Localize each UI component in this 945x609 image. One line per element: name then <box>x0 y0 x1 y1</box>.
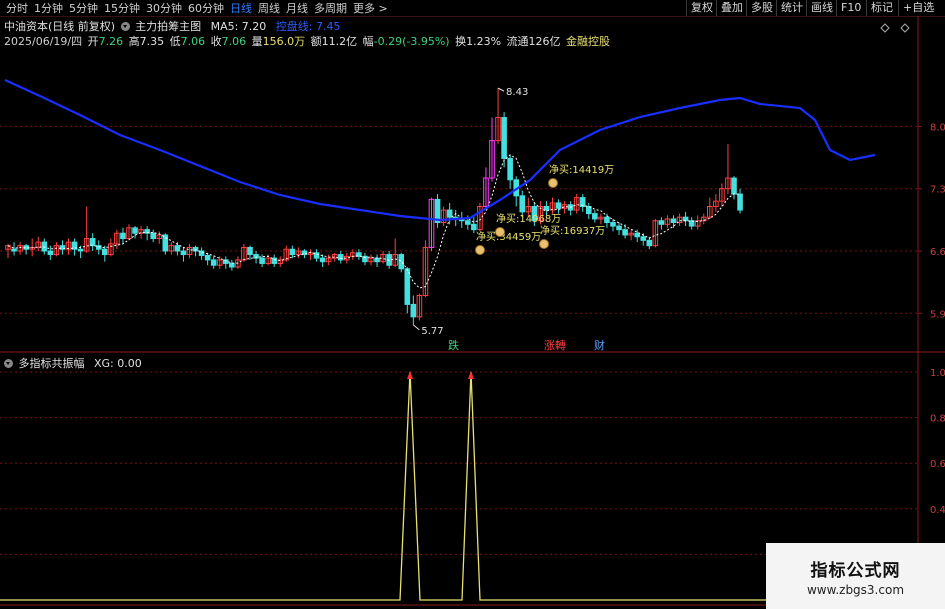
candle-body <box>150 232 156 240</box>
high-marker-label: 8.43 <box>506 87 528 98</box>
sub-axis-label: 1.0 <box>930 368 945 379</box>
sub-axis-label: 0.8 <box>930 414 945 425</box>
watermark: 指标公式网 www.zbgs3.com <box>766 543 945 609</box>
net-buy-label: 净买:34459万 <box>476 230 541 243</box>
signal-tag: 财 <box>594 338 605 352</box>
price-axis-label: 8.0 <box>930 122 945 133</box>
ma5-line <box>7 154 741 289</box>
candle-body <box>174 245 181 252</box>
low-marker-arrow <box>413 324 420 331</box>
candle-body <box>404 268 411 305</box>
candle-body <box>374 257 380 263</box>
sub-dropdown-icon[interactable] <box>4 358 13 368</box>
price-axis-label: 7.3 <box>930 185 945 196</box>
candle-body <box>247 246 253 256</box>
xg-line <box>0 371 766 601</box>
candle-body <box>465 220 471 225</box>
candle-body <box>120 232 126 240</box>
candle-body <box>446 209 453 218</box>
candle-body <box>337 254 344 261</box>
xg-signal-arrow <box>407 371 413 379</box>
candle-body <box>410 303 417 318</box>
candle-body <box>731 177 737 195</box>
net-buy-label: 净买:14419万 <box>549 163 614 176</box>
candle-body <box>47 250 54 256</box>
candle-body <box>640 236 647 241</box>
candle-body <box>132 227 138 234</box>
candle-body <box>41 241 48 252</box>
money-bag-icon <box>475 245 485 255</box>
sub-panel-header: 多指标共振幅 XG: 0.00 <box>4 355 144 371</box>
kline-chart[interactable]: 8.07.36.65.98.435.77净买:34459万净买:14968万净买… <box>0 0 945 609</box>
candle-body <box>398 254 405 270</box>
candle-body <box>592 213 598 220</box>
low-marker-label: 5.77 <box>421 326 443 337</box>
candle-body <box>89 238 96 247</box>
candle-body <box>634 232 641 238</box>
candle-body <box>658 220 665 225</box>
candle-body <box>77 248 84 252</box>
candle-body <box>604 216 610 224</box>
candle-body <box>616 225 622 231</box>
candle-body <box>210 259 217 266</box>
watermark-title: 指标公式网 <box>810 560 901 581</box>
candle-body <box>180 250 187 256</box>
candle-body <box>204 254 211 261</box>
signal-tag: 涨轉 <box>544 339 566 352</box>
candle-body <box>555 202 562 209</box>
candle-body <box>271 257 277 264</box>
xg-value: XG: 0.00 <box>94 357 142 370</box>
candle-body <box>229 262 235 268</box>
signal-tag: 跌 <box>448 338 459 352</box>
diamond-icon <box>880 23 890 33</box>
sub-axis-label: 0.4 <box>930 505 945 516</box>
candle-body <box>313 252 320 259</box>
candle-body <box>737 193 743 211</box>
candle-body <box>670 218 677 224</box>
xg-signal-arrow <box>468 371 474 379</box>
net-buy-label: 净买:14968万 <box>496 212 561 225</box>
candle-body <box>11 248 17 252</box>
candle-body <box>519 195 526 213</box>
candle-body <box>162 234 169 252</box>
net-buy-label: 净买:16937万 <box>540 224 605 237</box>
price-axis-label: 6.6 <box>930 247 945 258</box>
money-bag-icon <box>539 239 549 249</box>
candle-body <box>289 248 296 256</box>
watermark-url: www.zbgs3.com <box>806 582 905 597</box>
sub-axis-label: 0.6 <box>930 459 945 470</box>
candle-body <box>543 206 550 211</box>
candle-body <box>646 239 653 247</box>
candle-body <box>610 222 616 227</box>
money-bag-icon <box>495 227 505 237</box>
candle-body <box>471 223 477 231</box>
candle-body <box>501 117 507 159</box>
diamond-icon <box>900 23 910 33</box>
candle-body <box>192 246 199 252</box>
money-bag-icon <box>548 178 558 188</box>
price-axis-label: 5.9 <box>930 309 945 320</box>
candle-body <box>259 257 265 264</box>
candle-body <box>507 157 513 181</box>
candle-body <box>319 257 326 263</box>
sub-panel-title[interactable]: 多指标共振幅 <box>19 357 85 370</box>
high-marker-arrow <box>497 87 505 92</box>
candle-body <box>102 248 108 256</box>
candle-body <box>622 229 628 236</box>
